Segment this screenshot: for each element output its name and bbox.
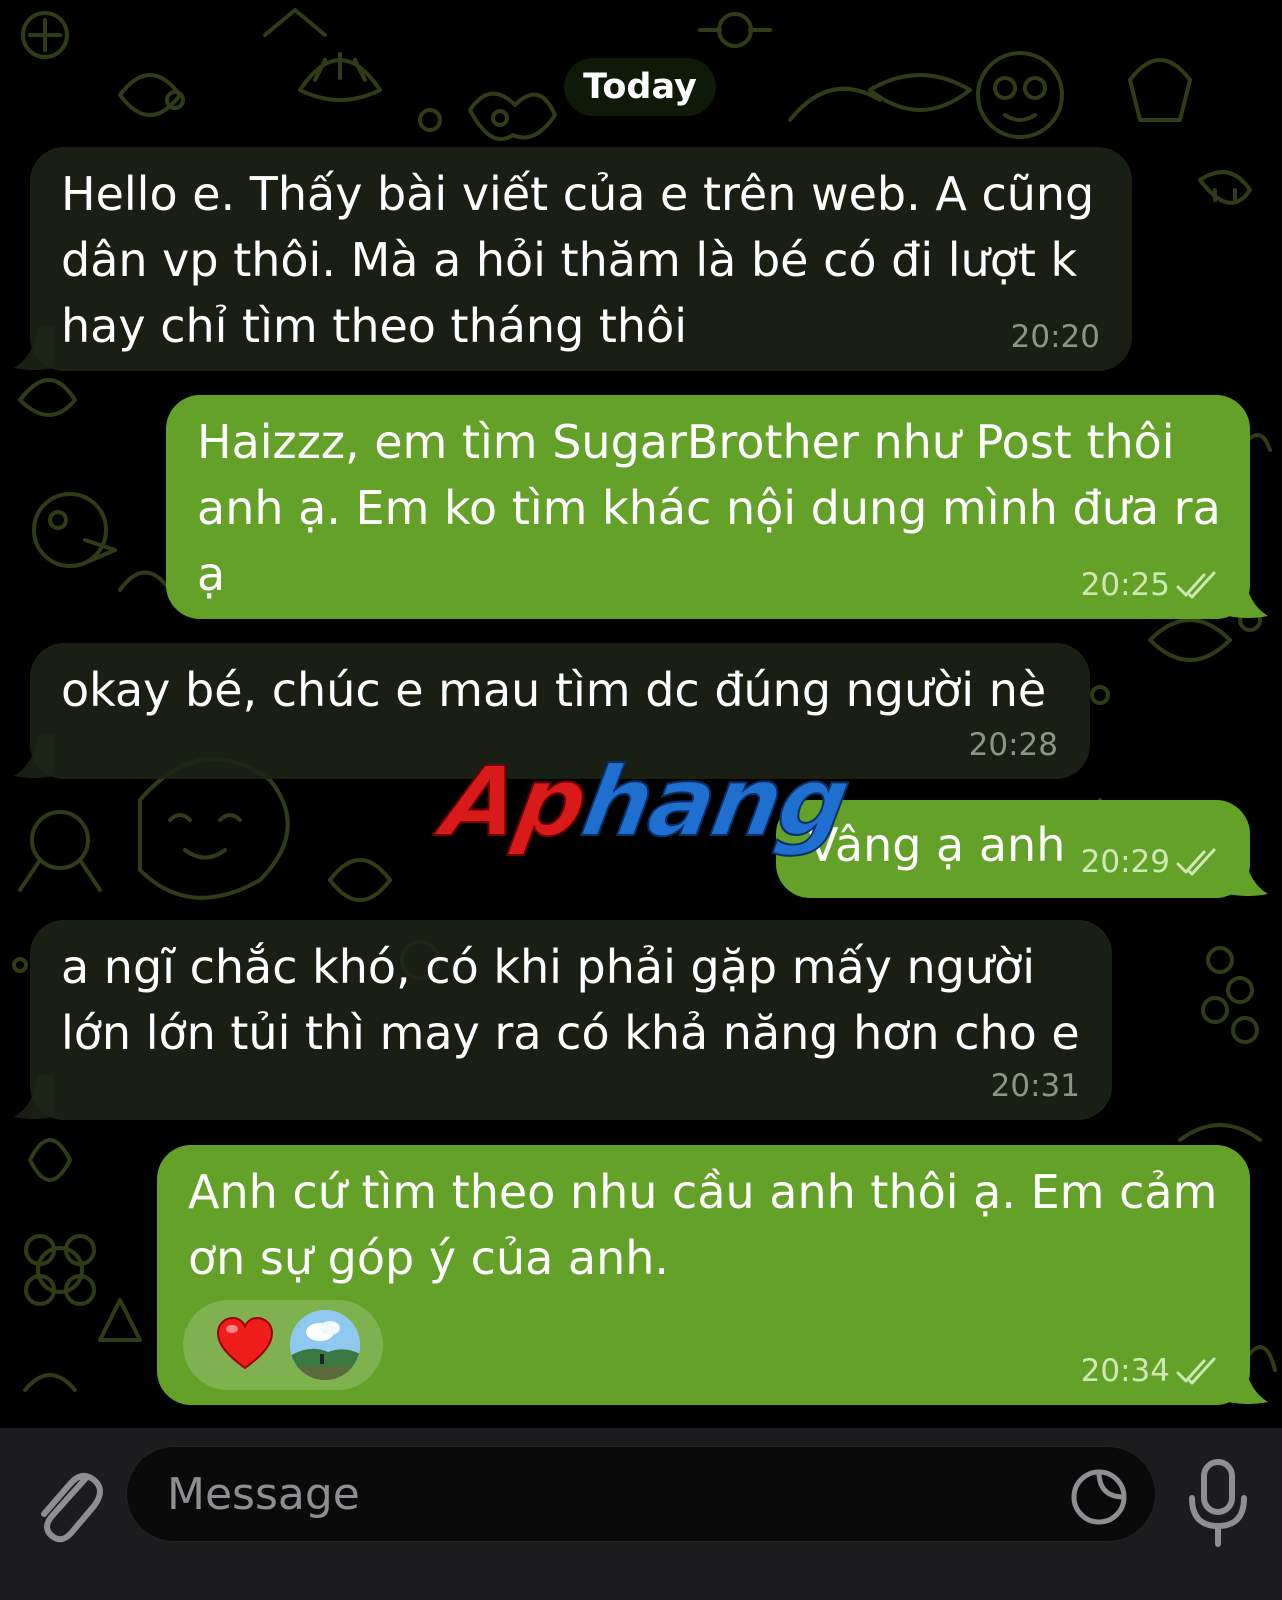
double-check-icon [1176, 571, 1216, 599]
message-line: hay chỉ tìm theo tháng thôi [61, 299, 688, 353]
message-line: okay bé, chúc e mau tìm dc đúng người nè [61, 663, 1047, 717]
message-composer [0, 1428, 1282, 1600]
message-meta: 20:34 [1081, 1353, 1218, 1389]
heart-emoji [216, 1316, 274, 1370]
message-line: Hello e. Thấy bài viết của e trên web. A… [61, 167, 1095, 221]
message-time: 20:20 [1010, 319, 1100, 355]
message-time: 20:25 [1080, 567, 1170, 603]
message-text: Hello e. Thấy bài viết của e trên web. A… [61, 161, 1094, 359]
message-meta: 20:20 [1011, 319, 1100, 355]
message-line: anh ạ. Em ko tìm khác nội dung mình đưa … [197, 481, 1221, 535]
message-reactions[interactable] [183, 1300, 383, 1390]
double-check-icon [1176, 848, 1216, 876]
message-bubble-outgoing[interactable]: Vâng ạ anh 20:29 [776, 800, 1250, 898]
message-bubble-outgoing[interactable]: Anh cứ tìm theo nhu cầu anh thôi ạ. Em c… [157, 1145, 1250, 1405]
message-meta: 20:28 [969, 727, 1058, 763]
sticker-icon[interactable] [1069, 1467, 1129, 1527]
reactor-avatar[interactable] [290, 1310, 360, 1380]
watermark-part-2: hang [573, 745, 857, 859]
message-bubble-incoming[interactable]: a ngĩ chắc khó, có khi phải gặp mấy ngườ… [30, 920, 1112, 1120]
message-text: Haizzz, em tìm SugarBrother như Post thô… [197, 409, 1221, 607]
message-input[interactable] [167, 1447, 1027, 1541]
message-time: 20:29 [1080, 844, 1170, 880]
message-meta: 20:25 [1081, 567, 1218, 603]
message-meta: 20:29 [1081, 844, 1218, 880]
message-text: okay bé, chúc e mau tìm dc đúng người nè [61, 657, 1046, 723]
message-time: 20:28 [968, 727, 1058, 763]
message-text: Vâng ạ anh [807, 812, 1065, 878]
message-bubble-outgoing[interactable]: Haizzz, em tìm SugarBrother như Post thô… [166, 395, 1250, 619]
message-time: 20:34 [1080, 1353, 1170, 1389]
message-line: Vâng ạ anh [807, 818, 1066, 872]
watermark-logo: Aphang [434, 745, 857, 859]
message-line: Haizzz, em tìm SugarBrother như Post thô… [197, 415, 1175, 469]
date-separator: Today [564, 58, 716, 116]
watermark-part-1: Ap [434, 745, 595, 859]
double-check-icon [1176, 1357, 1216, 1385]
paperclip-icon[interactable] [28, 1458, 104, 1548]
message-line: dân vp thôi. Mà a hỏi thăm là bé có đi l… [61, 233, 1078, 287]
message-line: lớn lớn tủi thì may ra có khả năng hơn c… [61, 1006, 1080, 1060]
message-input-field[interactable] [126, 1446, 1156, 1542]
message-line: Anh cứ tìm theo nhu cầu anh thôi ạ. Em c… [188, 1165, 1218, 1219]
message-line: a ngĩ chắc khó, có khi phải gặp mấy ngườ… [61, 940, 1035, 994]
message-bubble-incoming[interactable]: Hello e. Thấy bài viết của e trên web. A… [30, 147, 1132, 371]
message-time: 20:31 [990, 1068, 1080, 1104]
microphone-icon[interactable] [1186, 1458, 1250, 1550]
message-text: Anh cứ tìm theo nhu cầu anh thôi ạ. Em c… [188, 1159, 1217, 1291]
message-line: ơn sự góp ý của anh. [188, 1231, 670, 1285]
message-text: a ngĩ chắc khó, có khi phải gặp mấy ngườ… [61, 934, 1080, 1066]
message-meta: 20:31 [991, 1068, 1080, 1104]
message-line: ạ [197, 547, 226, 601]
